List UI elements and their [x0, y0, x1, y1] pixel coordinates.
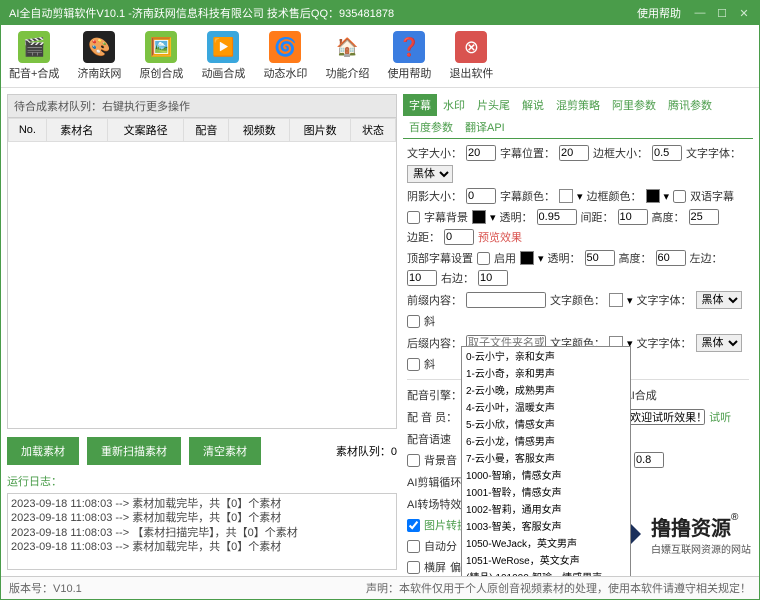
- maximize-icon[interactable]: ☐: [715, 6, 729, 20]
- test-listen[interactable]: 试听: [709, 409, 731, 425]
- tab-8[interactable]: 翻译API: [459, 116, 511, 138]
- log-header: 运行日志：: [7, 473, 397, 489]
- log-output: 2023-09-18 11:08:03 --> 素材加载完毕，共【0】个素材20…: [7, 493, 397, 570]
- tab-5[interactable]: 阿里参数: [606, 94, 662, 116]
- font-select[interactable]: 黑体: [407, 165, 453, 183]
- preview-link[interactable]: 预览效果: [478, 229, 522, 245]
- toolbar-1[interactable]: 🎨济南跃网: [77, 31, 121, 81]
- close-icon[interactable]: ✕: [737, 6, 751, 20]
- bg-checkbox[interactable]: [407, 211, 420, 224]
- toolbar-7[interactable]: ⊗退出软件: [449, 31, 493, 81]
- toolbar-0[interactable]: 🎬配音+合成: [9, 31, 59, 81]
- voice-option[interactable]: 1051-WeRose，英文女声: [462, 551, 630, 568]
- voice-option[interactable]: 6-云小龙，情感男声: [462, 432, 630, 449]
- voice-option[interactable]: 2-云小晚，成熟男声: [462, 381, 630, 398]
- dual-checkbox[interactable]: [673, 190, 686, 203]
- lineh-input[interactable]: [652, 145, 682, 161]
- voice-option[interactable]: 5-云小欣，情感女声: [462, 415, 630, 432]
- voice-option[interactable]: (精品) 101000-智瑜，情感男声: [462, 568, 630, 576]
- clear-button[interactable]: 清空素材: [189, 437, 261, 465]
- tab-7[interactable]: 百度参数: [403, 116, 459, 138]
- toolbar: 🎬配音+合成 🎨济南跃网 🖼️原创合成 ▶️动画合成 🌀动态水印 🏠功能介绍 ❓使用帮助 ⊗退…: [1, 25, 759, 88]
- voice-option[interactable]: 1-云小奇，亲和男声: [462, 364, 630, 381]
- tab-2[interactable]: 片头尾: [471, 94, 516, 116]
- tab-1[interactable]: 水印: [437, 94, 471, 116]
- toolbar-3[interactable]: ▶️动画合成: [201, 31, 245, 81]
- material-panel: 待合成素材队列：右键执行更多操作 No.素材名文案路径配音视频数图片数状态: [7, 94, 397, 429]
- tab-0[interactable]: 字幕: [403, 94, 437, 116]
- voice-option[interactable]: 7-云小曼，客服女声: [462, 449, 630, 466]
- font-color[interactable]: [559, 189, 573, 203]
- toolbar-2[interactable]: 🖼️原创合成: [139, 31, 183, 81]
- voice-option[interactable]: 4-云小叶，温暖女声: [462, 398, 630, 415]
- rescan-button[interactable]: 重新扫描素材: [87, 437, 181, 465]
- tab-4[interactable]: 混剪策略: [550, 94, 606, 116]
- voice-option[interactable]: 1002-智莉，通用女声: [462, 500, 630, 517]
- outline-color[interactable]: [646, 189, 660, 203]
- window-title: AI全自动剪辑软件V10.1 -济南跃网信息科技有限公司 技术售后QQ：9354…: [9, 5, 394, 21]
- tabs: 字幕水印片头尾解说混剪策略阿里参数腾讯参数百度参数翻译API: [403, 94, 753, 139]
- voice-option[interactable]: 1000-智瑜，情感女声: [462, 466, 630, 483]
- footer: 版本号：V10.1 声明：本软件仅用于个人原创音视频素材的处理，使用本软件请遵守…: [1, 576, 759, 599]
- material-table[interactable]: No.素材名文案路径配音视频数图片数状态: [8, 118, 396, 428]
- titlebar: AI全自动剪辑软件V10.1 -济南跃网信息科技有限公司 技术售后QQ：9354…: [1, 1, 759, 25]
- toolbar-5[interactable]: 🏠功能介绍: [325, 31, 369, 81]
- font-size-input[interactable]: [466, 145, 496, 161]
- help-link[interactable]: 使用帮助: [637, 5, 681, 21]
- voice-option[interactable]: 0-云小宁，亲和女声: [462, 347, 630, 364]
- bg-color[interactable]: [472, 210, 486, 224]
- voice-option[interactable]: 1001-智聆，情感女声: [462, 483, 630, 500]
- tab-6[interactable]: 腾讯参数: [662, 94, 718, 116]
- tab-3[interactable]: 解说: [516, 94, 550, 116]
- voice-option[interactable]: 1050-WeJack，英文男声: [462, 534, 630, 551]
- load-material-button[interactable]: 加载素材: [7, 437, 79, 465]
- minimize-icon[interactable]: —: [693, 6, 707, 20]
- material-header: 待合成素材队列：右键执行更多操作: [8, 95, 396, 118]
- pos-input[interactable]: [559, 145, 589, 161]
- voice-dropdown[interactable]: 0-云小宁，亲和女声1-云小奇，亲和男声2-云小晚，成熟男声4-云小叶，温暖女声…: [461, 346, 631, 576]
- voice-option[interactable]: 1003-智美，客服女声: [462, 517, 630, 534]
- toolbar-4[interactable]: 🌀动态水印: [263, 31, 307, 81]
- shadow-input[interactable]: [466, 188, 496, 204]
- toolbar-6[interactable]: ❓使用帮助: [387, 31, 431, 81]
